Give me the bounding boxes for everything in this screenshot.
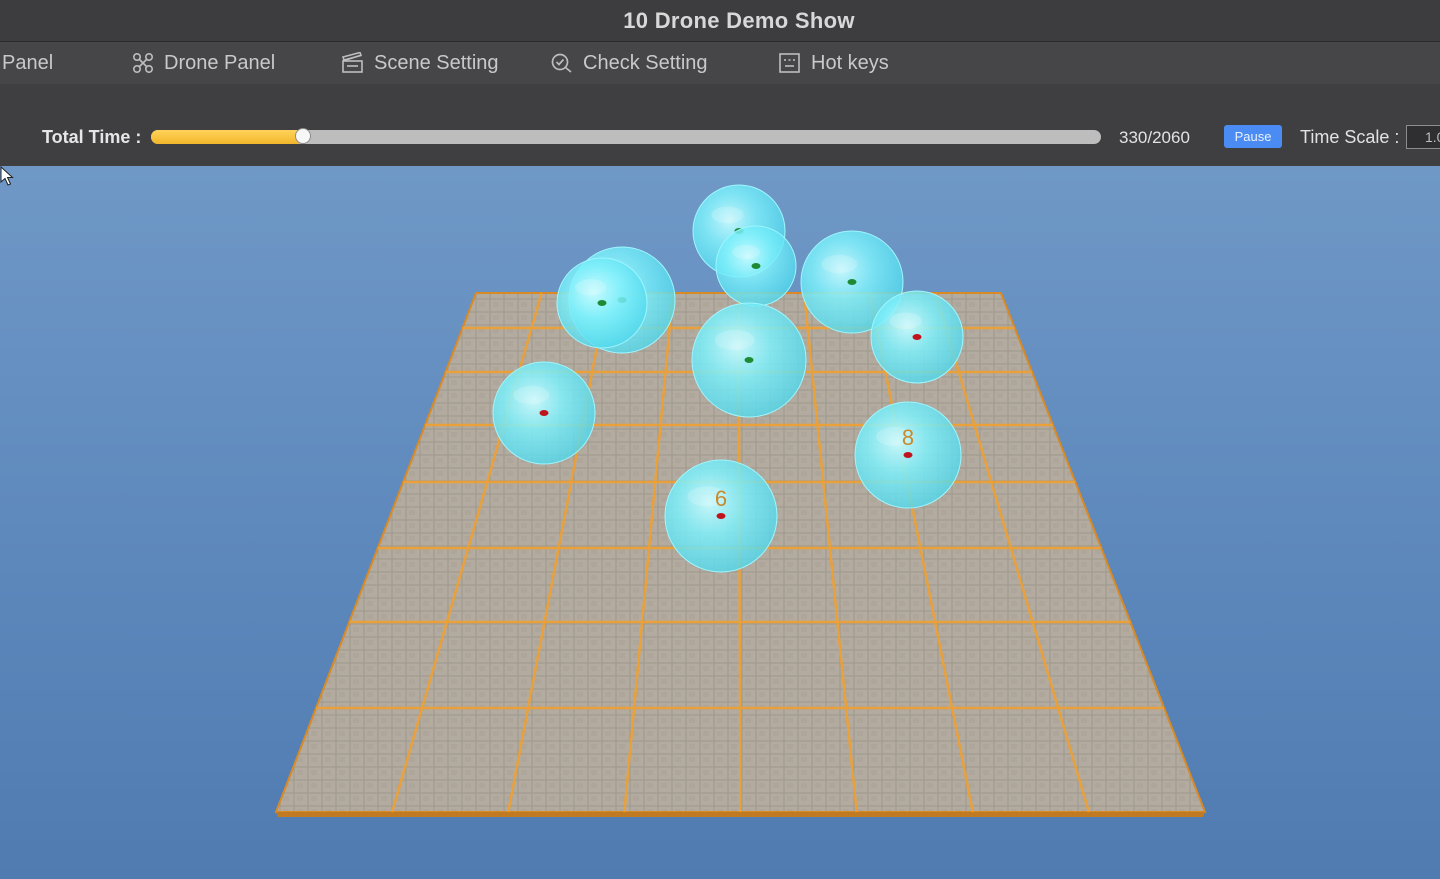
drone-4[interactable]	[556, 257, 648, 349]
drone-body	[744, 357, 754, 363]
menu-item-panel[interactable]: Panel	[2, 42, 53, 84]
timeline-slider[interactable]	[151, 128, 1101, 144]
menu-item-label: Scene Setting	[374, 51, 499, 74]
search-check-icon	[551, 53, 572, 73]
title-bar: 10 Drone Demo Show	[0, 0, 1440, 42]
bubble-highlight	[714, 329, 755, 351]
menu-item-hot-keys[interactable]: Hot keys	[778, 42, 889, 84]
clapperboard-icon	[341, 52, 363, 73]
drone-demo-app: 10 Drone Demo Show Panel Drone Panel Sce…	[0, 0, 1440, 879]
bubble-highlight	[732, 244, 760, 260]
bubble-highlight	[889, 312, 922, 330]
drone-icon	[132, 52, 154, 74]
menu-bar: Panel Drone Panel Scene Setting Check Se…	[0, 42, 1440, 84]
bubble-highlight	[513, 385, 550, 405]
drone-10[interactable]: 6	[664, 459, 778, 573]
time-counter: 330/2060	[1119, 128, 1190, 147]
time-scale-input[interactable]	[1406, 125, 1440, 149]
ground-edge	[276, 812, 1205, 817]
menu-item-label: Panel	[2, 51, 54, 74]
timeline-progress-fill	[151, 130, 304, 144]
drone-2[interactable]	[715, 225, 797, 307]
drone-body	[847, 279, 857, 285]
pause-button[interactable]: Pause	[1224, 125, 1282, 148]
drone-body	[903, 452, 913, 458]
bubble-highlight	[711, 206, 744, 224]
window-title: 10 Drone Demo Show	[623, 7, 855, 33]
time-scale-label: Time Scale :	[1300, 127, 1400, 147]
drone-body	[716, 513, 726, 519]
scene-viewport[interactable]: 86	[0, 166, 1440, 879]
mouse-cursor-icon	[0, 166, 14, 186]
menu-item-drone-panel[interactable]: Drone Panel	[132, 42, 275, 84]
menu-item-check-setting[interactable]: Check Setting	[550, 42, 708, 84]
total-time-label: Total Time :	[42, 127, 142, 147]
drone-9[interactable]: 8	[854, 401, 962, 509]
scene-canvas: 86	[274, 184, 1207, 817]
drone-body	[597, 300, 607, 306]
drone-number-label: 6	[715, 486, 727, 511]
keyboard-icon	[779, 53, 800, 73]
drone-6[interactable]	[691, 302, 807, 418]
drone-8[interactable]	[870, 290, 964, 384]
bubble-highlight	[821, 254, 858, 274]
drone-body	[751, 263, 761, 269]
bubble-highlight	[575, 279, 607, 296]
drone-body	[912, 334, 922, 340]
drone-body	[539, 410, 549, 416]
timeline-bar: Total Time : 330/2060 Pause Time Scale :	[0, 84, 1440, 166]
timeline-slider-handle[interactable]	[295, 128, 312, 144]
menu-item-label: Hot keys	[811, 51, 889, 74]
menu-item-label: Drone Panel	[164, 51, 276, 74]
menu-item-scene-setting[interactable]: Scene Setting	[341, 42, 499, 84]
menu-item-label: Check Setting	[583, 51, 708, 74]
drone-7[interactable]	[492, 361, 596, 465]
drone-number-label: 8	[902, 425, 914, 450]
